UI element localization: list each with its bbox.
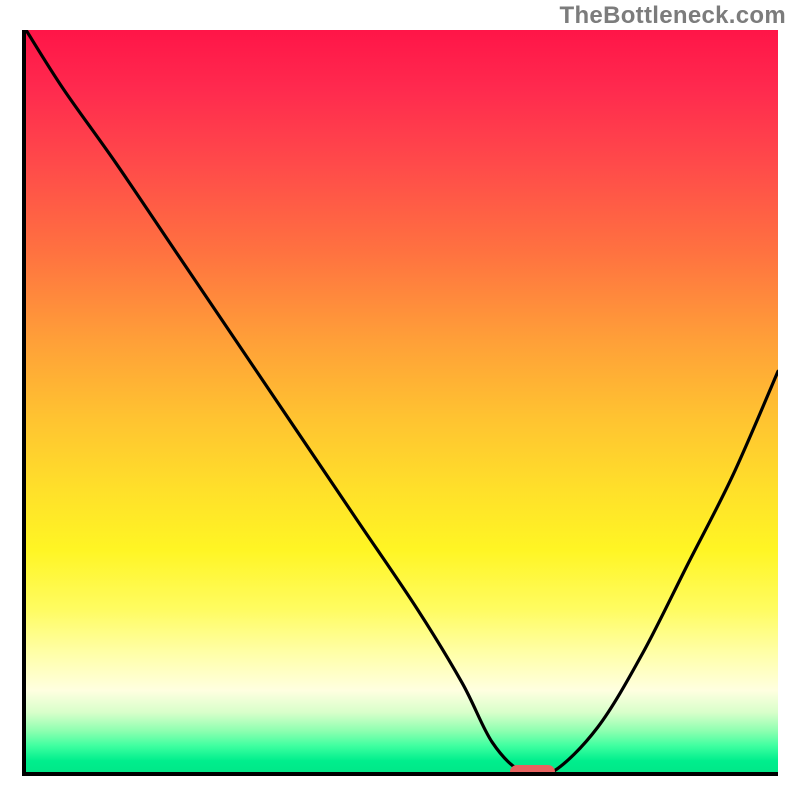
bottleneck-curve bbox=[26, 30, 778, 772]
chart-frame: TheBottleneck.com bbox=[0, 0, 800, 800]
optimal-marker bbox=[510, 765, 555, 776]
watermark-label: TheBottleneck.com bbox=[560, 2, 786, 30]
plot-area bbox=[22, 30, 778, 776]
